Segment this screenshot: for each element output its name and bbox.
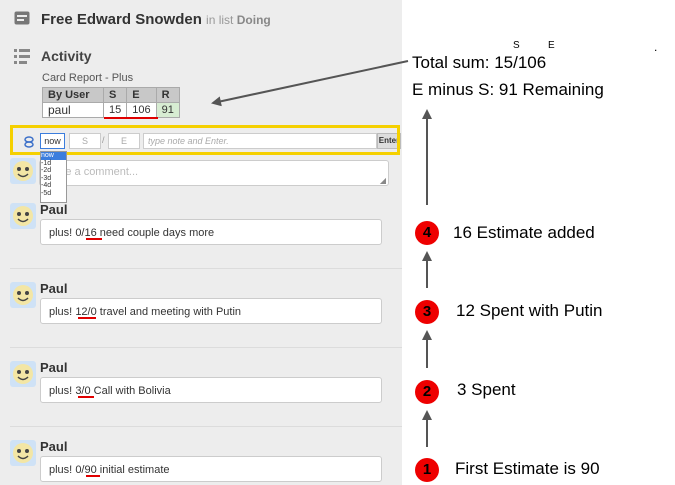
stray-dot: . xyxy=(654,40,658,54)
step-circle: 1 xyxy=(415,458,439,482)
step-label: 16 Estimate added xyxy=(453,223,595,242)
step-label: 3 Spent xyxy=(457,380,516,399)
step-circle: 3 xyxy=(415,300,439,324)
remaining-line: E minus S: 91 Remaining xyxy=(412,80,604,99)
s-marker: S xyxy=(513,40,520,51)
step-circle: 4 xyxy=(415,221,439,245)
arrow-to-report xyxy=(211,60,409,107)
step-label: 12 Spent with Putin xyxy=(456,301,603,320)
step-circle: 2 xyxy=(415,380,439,404)
total-sum-line: Total sum: 15/106 xyxy=(412,53,547,72)
e-marker: E xyxy=(548,40,555,51)
step-label: First Estimate is 90 xyxy=(455,459,600,478)
